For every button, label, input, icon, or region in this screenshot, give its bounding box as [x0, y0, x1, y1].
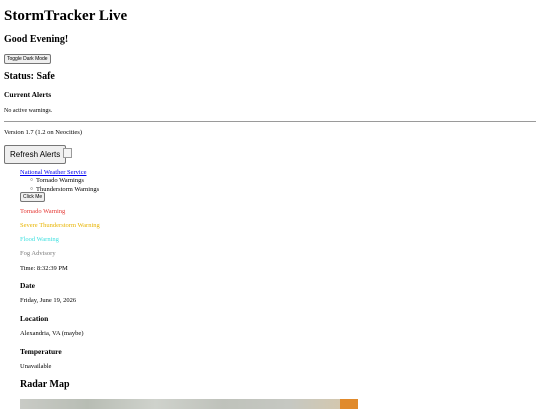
thunderstorm-warning-label: Severe Thunderstorm Warning — [20, 222, 100, 229]
divider — [4, 121, 536, 122]
radar-heading: Radar Map — [20, 379, 70, 390]
date-value: Friday, June 19, 2026 — [20, 297, 77, 304]
refresh-alerts-button[interactable]: Refresh Alerts — [4, 145, 67, 164]
date-heading: Date — [20, 281, 35, 290]
status-heading: Status: Safe — [4, 71, 55, 82]
radar-map-image[interactable] — [20, 399, 358, 409]
list-item: Tornado Warnings — [30, 177, 99, 186]
broken-image-icon — [63, 148, 72, 158]
click-me-button[interactable]: Click Me — [20, 192, 46, 202]
location-value: Alexandria, VA (maybe) — [20, 330, 84, 337]
temperature-value: Unavailable — [20, 363, 52, 370]
tornado-warning-label: Tornado Warning — [20, 208, 66, 215]
version-text: Version 1.7 (1.2 on Neocities) — [4, 129, 82, 136]
alerts-message: No active warnings. — [4, 108, 53, 114]
flood-warning-label: Flood Warning — [20, 236, 59, 243]
nws-link[interactable]: National Weather Service — [20, 169, 87, 176]
current-alerts-heading: Current Alerts — [4, 90, 52, 99]
time-text: Time: 8:32:39 PM — [20, 265, 68, 272]
page-title: StormTracker Live — [4, 8, 128, 24]
fog-advisory-label: Fog Advisory — [20, 250, 56, 257]
toggle-dark-mode-button[interactable]: Toggle Dark Mode — [4, 54, 51, 64]
location-heading: Location — [20, 314, 49, 323]
greeting: Good Evening! — [4, 34, 69, 45]
temperature-heading: Temperature — [20, 347, 62, 356]
